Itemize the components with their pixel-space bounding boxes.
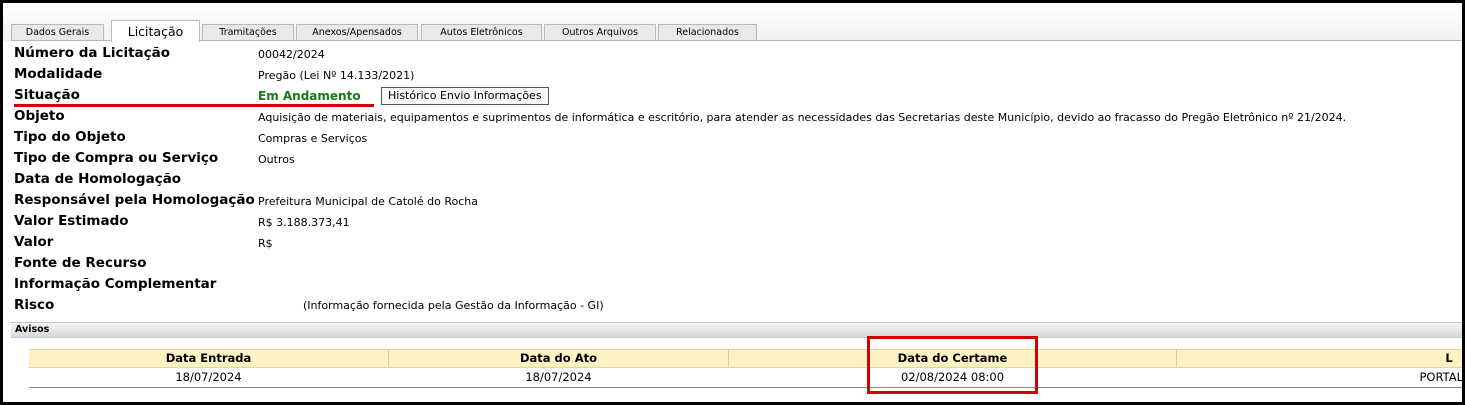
tab-outros-arquivos[interactable]: Outros Arquivos bbox=[544, 24, 656, 41]
tab-relacionados[interactable]: Relacionados bbox=[658, 24, 757, 41]
tab-dados-gerais[interactable]: Dados Gerais bbox=[11, 24, 104, 41]
tab-tramitacoes[interactable]: Tramitações bbox=[202, 24, 294, 41]
valor-value: R$ bbox=[258, 237, 273, 250]
tipo-objeto-value: Compras e Serviços bbox=[258, 132, 368, 145]
aviso-data-ato: 18/07/2024 bbox=[525, 370, 592, 384]
valor-label: Valor bbox=[14, 234, 54, 250]
tab-anexos-apensados[interactable]: Anexos/Apensados bbox=[296, 24, 418, 41]
avisos-table-header: Data Entrada Data do Ato Data do Certame… bbox=[29, 349, 1462, 368]
numero-licitacao-label: Número da Licitação bbox=[14, 45, 171, 61]
situacao-status: Em Andamento bbox=[258, 89, 361, 103]
aviso-local: PORTAL bbox=[1419, 370, 1463, 384]
responsavel-homologacao-value: Prefeitura Municipal de Catolé do Rocha bbox=[258, 195, 478, 208]
responsavel-homologacao-label: Responsável pela Homologação bbox=[14, 192, 255, 208]
situacao-highlight-underline bbox=[14, 104, 374, 107]
column-header-data-entrada[interactable]: Data Entrada bbox=[29, 350, 389, 367]
tipo-objeto-label: Tipo do Objeto bbox=[14, 129, 126, 145]
process-detail-panel: Dados Gerais Licitação Tramitações Anexo… bbox=[0, 0, 1465, 405]
risco-value: (Informação fornecida pela Gestão da Inf… bbox=[303, 299, 604, 312]
modalidade-value: Pregão (Lei Nº 14.133/2021) bbox=[258, 69, 415, 82]
tab-bar-divider bbox=[11, 40, 1462, 41]
objeto-value: Aquisição de materiais, equipamentos e s… bbox=[258, 111, 1347, 124]
tab-bar: Dados Gerais Licitação Tramitações Anexo… bbox=[3, 3, 1462, 42]
certame-highlight-box bbox=[867, 336, 1038, 394]
avisos-row-divider bbox=[29, 387, 1462, 388]
data-homologacao-label: Data de Homologação bbox=[14, 171, 182, 187]
tab-autos-eletronicos[interactable]: Autos Eletrônicos bbox=[421, 24, 542, 41]
risco-label: Risco bbox=[14, 297, 55, 313]
fonte-recurso-label: Fonte de Recurso bbox=[14, 255, 147, 271]
column-header-local[interactable]: L bbox=[1429, 350, 1462, 367]
tipo-compra-value: Outros bbox=[258, 153, 295, 166]
informacao-complementar-label: Informação Complementar bbox=[14, 276, 217, 292]
historico-envio-button[interactable]: Histórico Envio Informações bbox=[381, 87, 549, 105]
valor-estimado-label: Valor Estimado bbox=[14, 213, 129, 229]
modalidade-label: Modalidade bbox=[14, 66, 103, 82]
aviso-data-entrada: 18/07/2024 bbox=[175, 370, 242, 384]
objeto-label: Objeto bbox=[14, 108, 65, 124]
valor-estimado-value: R$ 3.188.373,41 bbox=[258, 216, 350, 229]
tab-licitacao[interactable]: Licitação bbox=[111, 20, 200, 42]
column-header-data-ato[interactable]: Data do Ato bbox=[389, 350, 729, 367]
numero-licitacao-value: 00042/2024 bbox=[258, 48, 325, 61]
situacao-label: Situação bbox=[14, 87, 80, 103]
avisos-section-title: Avisos bbox=[11, 322, 1462, 338]
tipo-compra-label: Tipo de Compra ou Serviço bbox=[14, 150, 219, 166]
